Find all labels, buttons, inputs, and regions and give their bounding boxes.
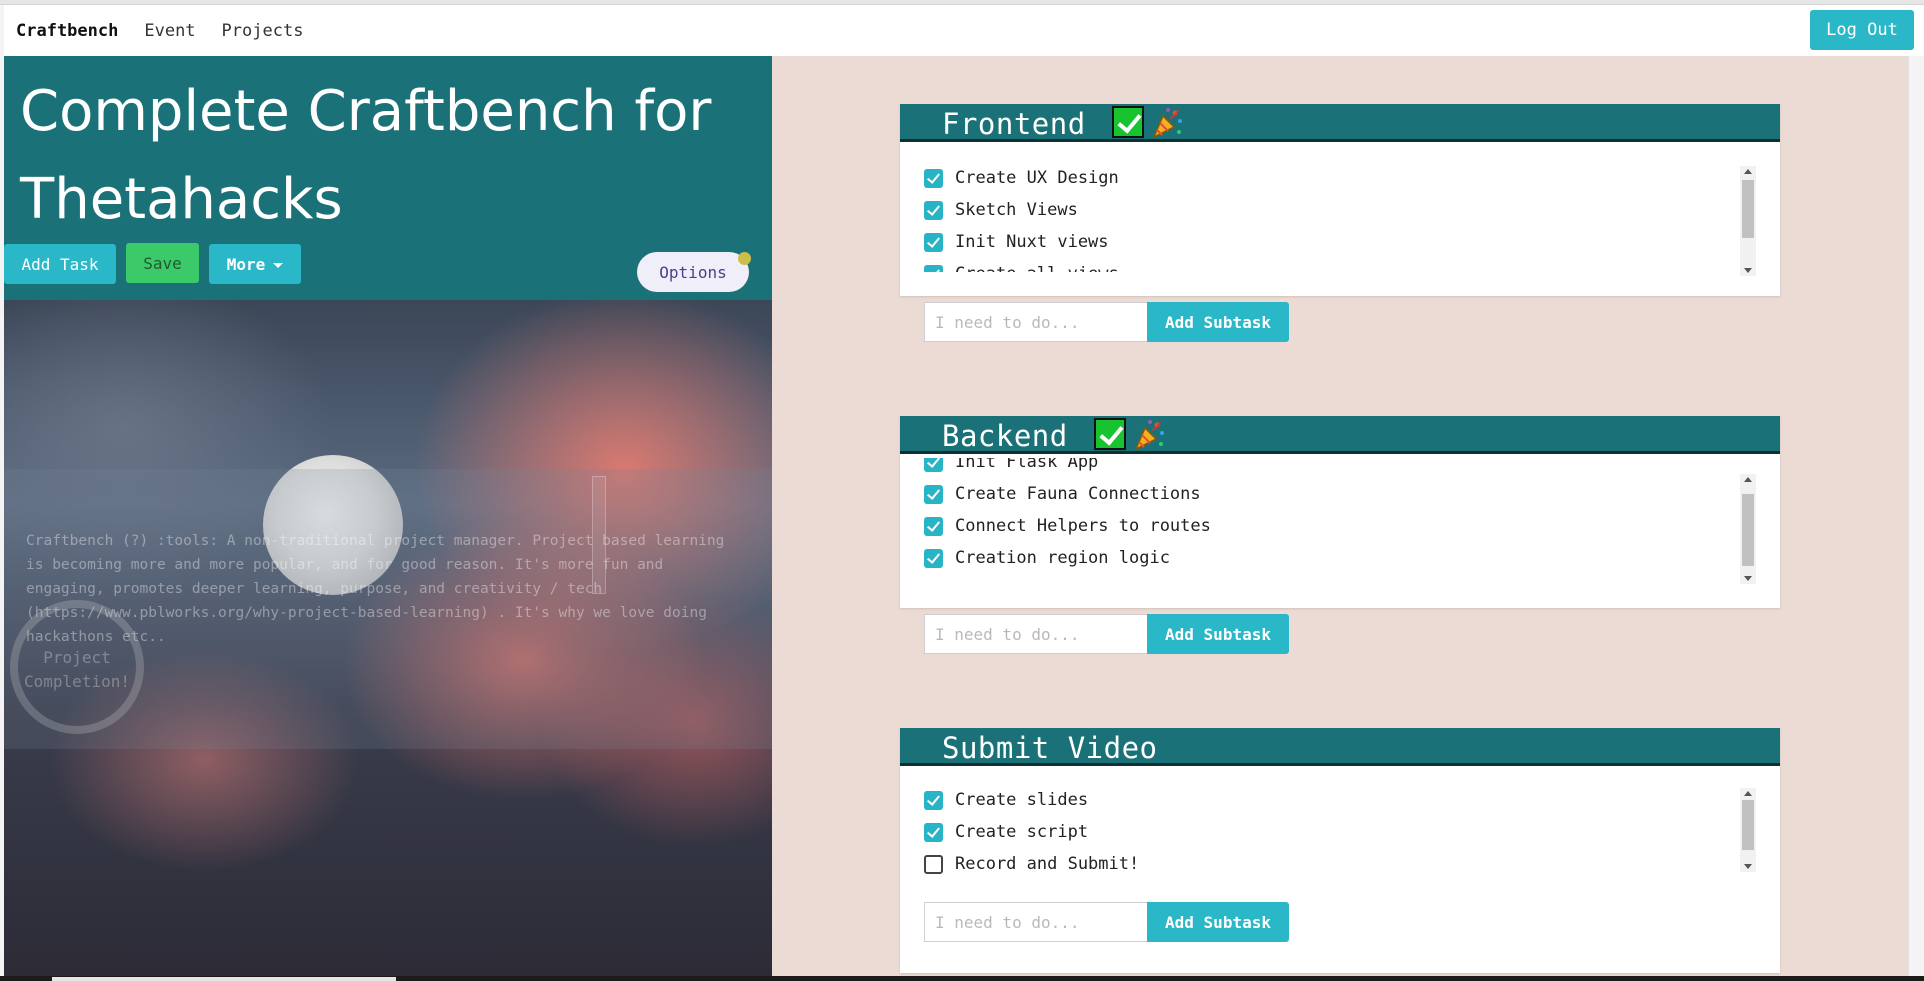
save-button[interactable]: Save (126, 243, 199, 283)
subtask-checkbox[interactable] (924, 232, 943, 252)
task-title: Frontend (942, 107, 1086, 141)
project-title: Complete Craftbench for Thetahacks (20, 79, 712, 232)
task-title: Submit Video (942, 731, 1158, 765)
notification-dot-icon (738, 252, 751, 265)
logout-button[interactable]: Log Out (1810, 10, 1914, 50)
subtask-checkbox[interactable] (924, 264, 943, 272)
subtask-scrollbar[interactable] (1740, 788, 1756, 872)
navbar: Craftbench Event Projects Log Out (4, 5, 1924, 56)
task-card-header: Frontend (900, 104, 1780, 142)
scroll-down-icon[interactable] (1744, 268, 1752, 273)
subtask-list[interactable]: Create UX Design Sketch Views Init Nuxt … (924, 162, 1720, 272)
add-task-button[interactable]: Add Task (4, 244, 116, 284)
subtask-checkbox[interactable] (924, 854, 943, 874)
subtask-scrollbar[interactable] (1740, 166, 1756, 276)
scroll-down-icon[interactable] (1744, 864, 1752, 869)
nav-link-event[interactable]: Event (144, 21, 195, 41)
subtask-label: Sketch Views (955, 200, 1078, 220)
subtask-list[interactable]: Init Flask App Create Fauna Connections … (924, 458, 1720, 568)
task-card-header: Backend (900, 416, 1780, 454)
task-card-backend: Backend Init Flask App Create Fauna Conn… (900, 416, 1780, 654)
subtask-item: Sketch Views (924, 194, 1720, 226)
scroll-up-icon[interactable] (1744, 791, 1752, 796)
white-check-mark-icon (1112, 106, 1144, 138)
task-card-frontend: Frontend Create UX Design Sketch Views I… (900, 104, 1780, 342)
subtask-checkbox[interactable] (924, 458, 943, 472)
more-dropdown-button[interactable]: More (209, 244, 301, 284)
subtask-input[interactable] (924, 302, 1148, 342)
nav-brand[interactable]: Craftbench (16, 21, 118, 41)
subtask-input[interactable] (924, 902, 1148, 942)
subtask-checkbox[interactable] (924, 790, 943, 810)
more-label: More (226, 254, 266, 274)
subtask-checkbox[interactable] (924, 516, 943, 536)
scroll-up-icon[interactable] (1744, 477, 1752, 482)
subtask-item: Init Flask App (924, 458, 1720, 478)
party-popper-icon (1134, 420, 1164, 451)
nav-link-projects[interactable]: Projects (222, 21, 304, 41)
subtask-item: Init Nuxt views (924, 226, 1720, 258)
add-subtask-button[interactable]: Add Subtask (1147, 614, 1289, 654)
bottom-bar-highlight (52, 977, 396, 981)
scroll-thumb[interactable] (1742, 494, 1754, 566)
subtask-label: Create Fauna Connections (955, 484, 1201, 504)
subtask-label: Creation region logic (955, 548, 1170, 568)
subtask-checkbox[interactable] (924, 200, 943, 220)
project-completion-label: Project Completion! (24, 648, 130, 691)
subtask-checkbox[interactable] (924, 822, 943, 842)
subtask-item: Create slides (924, 784, 1720, 816)
party-popper-icon (1152, 108, 1182, 139)
project-header: Complete Craftbench for Thetahacks Add T… (4, 56, 772, 300)
subtask-checkbox[interactable] (924, 548, 943, 568)
task-title: Backend (942, 419, 1068, 453)
subtask-label: Connect Helpers to routes (955, 516, 1211, 536)
subtask-checkbox[interactable] (924, 168, 943, 188)
subtask-label: Record and Submit! (955, 854, 1140, 874)
subtask-checkbox[interactable] (924, 484, 943, 504)
window-scrollbar[interactable] (1908, 56, 1924, 981)
subtask-label: Create script (955, 822, 1089, 842)
subtask-list[interactable]: Create slides Create script Record and S… (924, 784, 1720, 894)
add-subtask-button[interactable]: Add Subtask (1147, 302, 1289, 342)
subtask-item: Record and Submit! (924, 848, 1720, 880)
project-panel: Complete Craftbench for Thetahacks Add T… (4, 56, 772, 981)
subtask-label: Create slides (955, 790, 1089, 810)
subtask-scrollbar[interactable] (1740, 474, 1756, 584)
task-card-submit-video: Submit Video Create slides Create script… (900, 728, 1780, 973)
scroll-thumb[interactable] (1742, 800, 1754, 850)
caret-down-icon (273, 262, 284, 268)
description-scrollbar[interactable] (592, 476, 606, 594)
subtask-label: Create UX Design (955, 168, 1119, 188)
white-check-mark-icon (1094, 418, 1126, 450)
task-panel: Frontend Create UX Design Sketch Views I… (772, 56, 1908, 981)
subtask-item: Create Fauna Connections (924, 478, 1720, 510)
scroll-down-icon[interactable] (1744, 576, 1752, 581)
subtask-item: Create script (924, 816, 1720, 848)
subtask-label: Init Nuxt views (955, 232, 1109, 252)
subtask-item: Create UX Design (924, 162, 1720, 194)
task-card-header: Submit Video (900, 728, 1780, 766)
subtask-item: Creation region logic (924, 542, 1720, 568)
subtask-label: Init Flask App (955, 458, 1099, 472)
add-subtask-button[interactable]: Add Subtask (1147, 902, 1289, 942)
options-button[interactable]: Options (637, 252, 749, 292)
subtask-item: Create all views (924, 258, 1720, 272)
scroll-up-icon[interactable] (1744, 169, 1752, 174)
subtask-item: Connect Helpers to routes (924, 510, 1720, 542)
scroll-thumb[interactable] (1742, 180, 1754, 238)
subtask-label: Create all views (955, 264, 1119, 272)
subtask-input[interactable] (924, 614, 1148, 654)
